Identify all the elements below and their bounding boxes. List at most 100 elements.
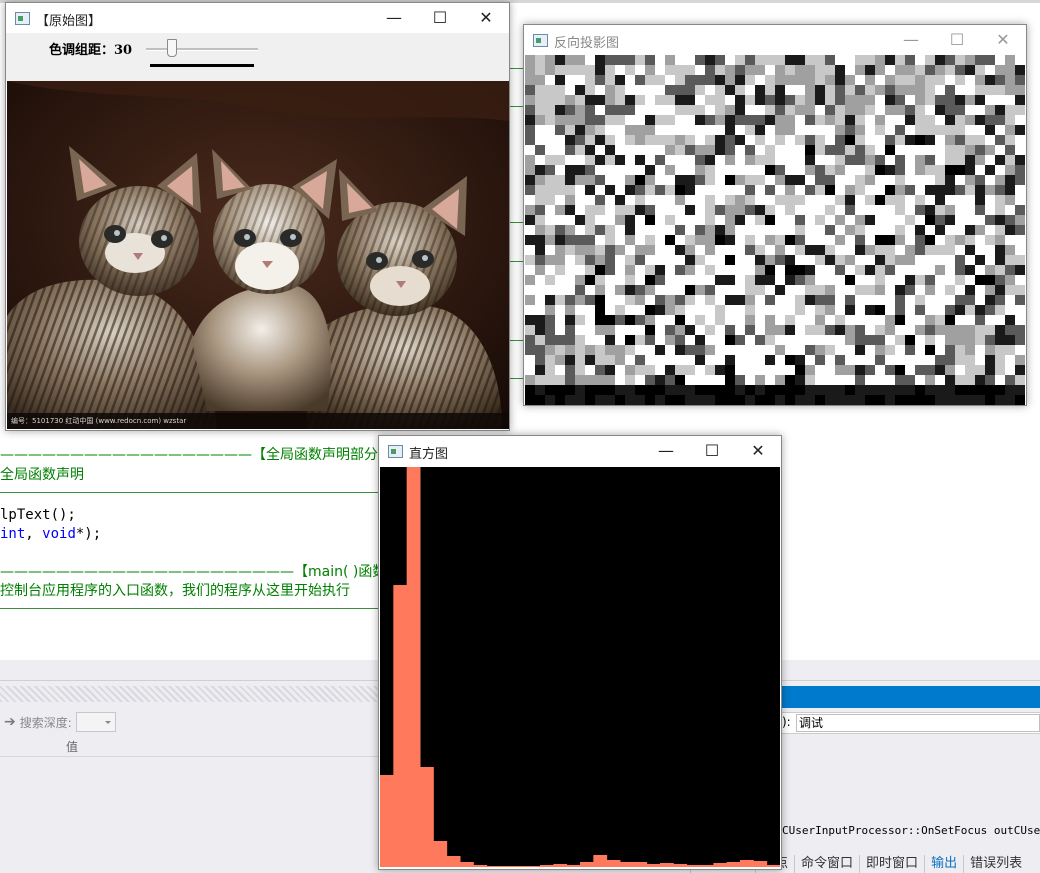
back-projection-cell bbox=[735, 395, 745, 405]
back-projection-cell bbox=[675, 125, 685, 135]
back-projection-cell bbox=[865, 145, 875, 155]
window-titlebar[interactable]: 直方图 — ☐ ✕ bbox=[379, 436, 781, 466]
back-projection-cell bbox=[755, 265, 765, 275]
back-projection-cell bbox=[875, 135, 885, 145]
back-projection-cell bbox=[675, 275, 685, 285]
back-projection-cell bbox=[885, 115, 895, 125]
back-projection-cell bbox=[755, 315, 765, 325]
back-projection-cell bbox=[1015, 55, 1025, 65]
minimize-button[interactable]: — bbox=[888, 25, 934, 55]
tab-output[interactable]: 输出 bbox=[924, 855, 963, 873]
back-projection-cell bbox=[835, 215, 845, 225]
back-projection-cell bbox=[555, 195, 565, 205]
back-projection-cell bbox=[885, 275, 895, 285]
histogram-bar bbox=[393, 585, 408, 867]
output-source-select[interactable]: 调试 bbox=[796, 714, 1040, 732]
back-projection-cell bbox=[765, 225, 775, 235]
back-projection-cell bbox=[755, 215, 765, 225]
back-projection-cell bbox=[845, 75, 855, 85]
back-projection-cell bbox=[565, 275, 575, 285]
output-panel-titlebar[interactable] bbox=[780, 686, 1040, 708]
back-projection-cell bbox=[825, 345, 835, 355]
back-projection-cell bbox=[785, 105, 795, 115]
back-projection-cell bbox=[965, 155, 975, 165]
back-projection-cell bbox=[595, 385, 605, 395]
back-projection-cell bbox=[765, 195, 775, 205]
back-projection-cell bbox=[935, 85, 945, 95]
back-projection-cell bbox=[785, 305, 795, 315]
close-button[interactable]: ✕ bbox=[463, 3, 509, 33]
back-projection-cell bbox=[905, 135, 915, 145]
back-projection-cell bbox=[695, 65, 705, 75]
original-image-window[interactable]: 【原始图】 — ☐ ✕ 色调组距：30 编号：5101730 红动中国 (www… bbox=[5, 2, 510, 431]
back-projection-cell bbox=[745, 325, 755, 335]
back-projection-cell bbox=[675, 95, 685, 105]
window-titlebar[interactable]: 反向投影图 — ☐ ✕ bbox=[524, 25, 1026, 55]
back-projection-cell bbox=[645, 295, 655, 305]
back-projection-cell bbox=[935, 145, 945, 155]
minimize-button[interactable]: — bbox=[371, 3, 417, 33]
back-projection-cell bbox=[585, 265, 595, 275]
back-projection-cell bbox=[755, 135, 765, 145]
back-projection-cell bbox=[535, 295, 545, 305]
back-projection-cell bbox=[625, 215, 635, 225]
back-projection-cell bbox=[865, 305, 875, 315]
window-titlebar[interactable]: 【原始图】 — ☐ ✕ bbox=[6, 3, 509, 33]
back-projection-cell bbox=[885, 205, 895, 215]
back-projection-cell bbox=[735, 325, 745, 335]
back-projection-cell bbox=[795, 245, 805, 255]
back-projection-cell bbox=[955, 115, 965, 125]
back-projection-cell bbox=[585, 395, 595, 405]
back-projection-cell bbox=[875, 185, 885, 195]
back-projection-cell bbox=[745, 105, 755, 115]
back-projection-cell bbox=[735, 225, 745, 235]
arrow-right-icon[interactable]: ➔ bbox=[4, 714, 16, 730]
back-projection-cell bbox=[985, 265, 995, 275]
back-projection-cell bbox=[945, 155, 955, 165]
back-projection-cell bbox=[565, 375, 575, 385]
back-projection-cell bbox=[735, 385, 745, 395]
back-projection-cell bbox=[915, 175, 925, 185]
back-projection-cell bbox=[835, 125, 845, 135]
maximize-button[interactable]: ☐ bbox=[417, 3, 463, 33]
tab-error-list[interactable]: 错误列表 bbox=[963, 855, 1028, 873]
back-projection-cell bbox=[525, 375, 535, 385]
back-projection-cell bbox=[875, 275, 885, 285]
close-button[interactable]: ✕ bbox=[980, 25, 1026, 55]
back-projection-cell bbox=[995, 135, 1005, 145]
maximize-button[interactable]: ☐ bbox=[689, 436, 735, 466]
back-projection-cell bbox=[945, 205, 955, 215]
tab-immediate-window[interactable]: 即时窗口 bbox=[859, 855, 924, 873]
back-projection-cell bbox=[575, 195, 585, 205]
back-projection-cell bbox=[1005, 265, 1015, 275]
back-projection-cell bbox=[755, 395, 765, 405]
search-depth-select[interactable] bbox=[75, 712, 116, 732]
back-projection-cell bbox=[675, 285, 685, 295]
minimize-button[interactable]: — bbox=[643, 436, 689, 466]
back-projection-cell bbox=[645, 165, 655, 175]
histogram-window[interactable]: 直方图 — ☐ ✕ bbox=[378, 435, 782, 870]
back-projection-window[interactable]: 反向投影图 — ☐ ✕ bbox=[523, 24, 1027, 406]
back-projection-cell bbox=[1005, 345, 1015, 355]
back-projection-cell bbox=[1015, 85, 1025, 95]
slider-track[interactable] bbox=[146, 48, 258, 51]
histogram-bar bbox=[473, 865, 488, 867]
back-projection-cell bbox=[1005, 325, 1015, 335]
back-projection-cell bbox=[715, 365, 725, 375]
back-projection-cell bbox=[745, 305, 755, 315]
back-projection-cell bbox=[755, 305, 765, 315]
histogram-bar bbox=[500, 866, 514, 867]
close-button[interactable]: ✕ bbox=[735, 436, 781, 466]
slider-thumb[interactable] bbox=[167, 39, 177, 57]
maximize-button[interactable]: ☐ bbox=[934, 25, 980, 55]
back-projection-cell bbox=[895, 365, 905, 375]
back-projection-cell bbox=[835, 225, 845, 235]
back-projection-cell bbox=[585, 195, 595, 205]
back-projection-cell bbox=[815, 225, 825, 235]
tab-command-window[interactable]: 命令窗口 bbox=[794, 855, 859, 873]
back-projection-cell bbox=[605, 385, 615, 395]
back-projection-cell bbox=[785, 285, 795, 295]
back-projection-cell bbox=[525, 285, 535, 295]
back-projection-cell bbox=[915, 185, 925, 195]
back-projection-cell bbox=[925, 345, 935, 355]
